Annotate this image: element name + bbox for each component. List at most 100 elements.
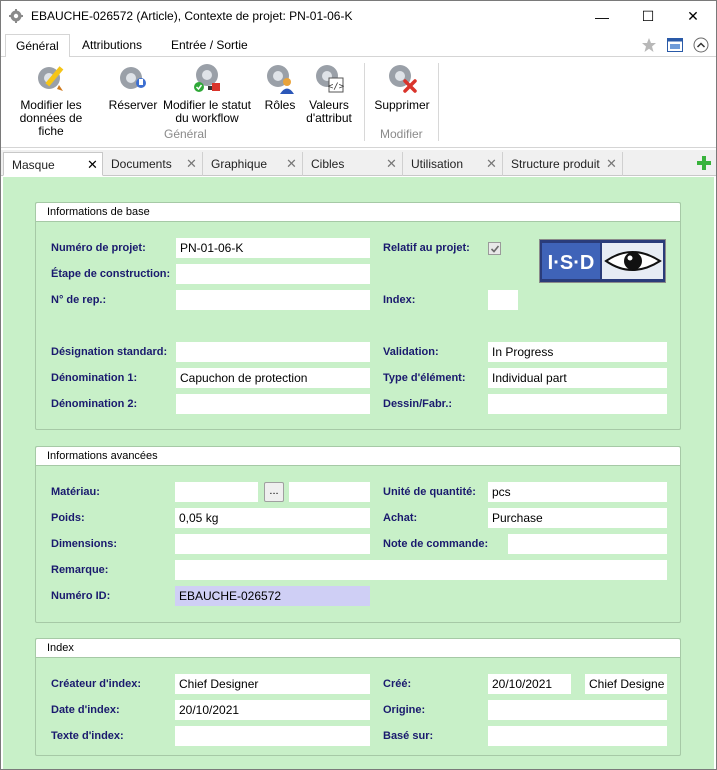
- qty-unit-field[interactable]: pcs: [488, 482, 667, 502]
- roles-button[interactable]: Rôles: [259, 61, 301, 112]
- gear-code-icon: </>: [316, 65, 345, 93]
- edit-sheet-data-label: Modifier les données de fiche: [19, 98, 83, 138]
- tab-cibles[interactable]: Cibles ✕: [303, 152, 403, 176]
- std-designation-field[interactable]: [176, 342, 370, 362]
- gear-delete-icon: [389, 65, 417, 93]
- remark-field[interactable]: [175, 560, 667, 580]
- name2-field[interactable]: [176, 394, 370, 414]
- based-on-label: Basé sur:: [383, 730, 434, 742]
- maximize-button[interactable]: ☐: [625, 1, 671, 32]
- delete-label: Supprimer: [374, 98, 430, 112]
- window-title: EBAUCHE-026572 (Article), Contexte de pr…: [31, 9, 353, 23]
- section-advanced-info-title: Informations avancées: [36, 447, 680, 466]
- validation-label: Validation:: [383, 346, 439, 358]
- ribbon-tab-input-output[interactable]: Entrée / Sortie: [161, 34, 258, 58]
- created-by-field[interactable]: Chief Designe: [585, 674, 667, 694]
- tab-close-icon[interactable]: ✕: [486, 156, 497, 172]
- close-button[interactable]: ✕: [670, 1, 716, 32]
- qty-unit-label: Unité de quantité:: [383, 486, 476, 498]
- gear-lock-icon: [120, 67, 146, 89]
- drawing-label: Dessin/Fabr.:: [383, 398, 453, 410]
- rep-no-label: N° de rep.:: [51, 294, 107, 306]
- origin-label: Origine:: [383, 704, 426, 716]
- tab-close-icon[interactable]: ✕: [386, 156, 397, 172]
- tab-utilisation-label: Utilisation: [411, 157, 464, 171]
- ribbon-group-separator: [364, 63, 365, 141]
- ribbon-group-general-label: Général: [164, 127, 207, 141]
- origin-field[interactable]: [488, 700, 667, 720]
- add-tab-plus-icon[interactable]: [693, 153, 715, 173]
- tab-graphique[interactable]: Graphique ✕: [203, 152, 303, 176]
- order-note-field[interactable]: [508, 534, 667, 554]
- tab-utilisation[interactable]: Utilisation ✕: [403, 152, 503, 176]
- tab-masque-label: Masque: [12, 158, 55, 172]
- app-gear-icon: [9, 9, 23, 23]
- section-index-title: Index: [36, 639, 680, 658]
- index-field[interactable]: [488, 290, 518, 310]
- name2-label: Dénomination 2:: [51, 398, 138, 410]
- build-stage-field[interactable]: [176, 264, 370, 284]
- std-designation-label: Désignation standard:: [51, 346, 168, 358]
- section-base-info-title: Informations de base: [36, 203, 680, 222]
- workflow-status-icon: [194, 64, 220, 92]
- tab-close-icon[interactable]: ✕: [606, 156, 617, 172]
- material-secondary-field[interactable]: [289, 482, 370, 502]
- ribbon-tab-attributions[interactable]: Attributions: [72, 34, 152, 58]
- index-creator-label: Créateur d'index:: [51, 678, 142, 690]
- tab-masque[interactable]: Masque ✕: [3, 152, 103, 176]
- drawing-field[interactable]: [488, 394, 667, 414]
- delete-button[interactable]: Supprimer: [371, 61, 433, 112]
- created-label: Créé:: [383, 678, 412, 690]
- weight-label: Poids:: [51, 512, 85, 524]
- name1-field[interactable]: Capuchon de protection: [176, 368, 370, 388]
- gear-person-icon: [267, 65, 294, 94]
- dimensions-field[interactable]: [175, 534, 370, 554]
- index-date-label: Date d'index:: [51, 704, 120, 716]
- index-date-field[interactable]: 20/10/2021: [175, 700, 370, 720]
- window-layout-icon[interactable]: [666, 36, 684, 54]
- id-number-label: Numéro ID:: [51, 590, 111, 602]
- project-related-checkbox[interactable]: [488, 242, 501, 255]
- name1-label: Dénomination 1:: [51, 372, 138, 384]
- tab-documents[interactable]: Documents ✕: [103, 152, 203, 176]
- project-no-label: Numéro de projet:: [51, 242, 146, 254]
- title-bar: EBAUCHE-026572 (Article), Contexte de pr…: [1, 1, 716, 32]
- ribbon-tab-bar: Général Attributions Entrée / Sortie: [1, 32, 716, 58]
- build-stage-label: Étape de construction:: [51, 268, 171, 280]
- application-window: EBAUCHE-026572 (Article), Contexte de pr…: [0, 0, 717, 770]
- project-related-label: Relatif au projet:: [383, 242, 470, 254]
- collapse-ribbon-icon[interactable]: [692, 36, 710, 54]
- material-field[interactable]: [175, 482, 258, 502]
- purchase-field[interactable]: Purchase: [488, 508, 667, 528]
- material-browse-button[interactable]: ...: [264, 482, 284, 502]
- element-type-field[interactable]: Individual part: [488, 368, 667, 388]
- reserve-label: Réserver: [108, 98, 158, 112]
- minimize-button[interactable]: —: [579, 1, 625, 32]
- tab-structure-produit[interactable]: Structure produit ✕: [503, 152, 623, 176]
- index-text-field[interactable]: [175, 726, 370, 746]
- project-no-field[interactable]: PN-01-06-K: [176, 238, 370, 258]
- tab-structure-produit-label: Structure produit: [511, 157, 600, 171]
- index-creator-field[interactable]: Chief Designer: [175, 674, 370, 694]
- order-note-label: Note de commande:: [383, 538, 489, 550]
- tab-close-icon[interactable]: ✕: [286, 156, 297, 172]
- purchase-label: Achat:: [383, 512, 418, 524]
- edit-sheet-data-button[interactable]: Modifier les données de fiche: [11, 61, 91, 138]
- change-workflow-status-button[interactable]: Modifier le statut du workflow: [158, 61, 256, 125]
- ribbon-tab-general[interactable]: Général: [5, 34, 70, 58]
- based-on-field[interactable]: [488, 726, 667, 746]
- id-number-field[interactable]: EBAUCHE-026572: [175, 586, 370, 606]
- tab-close-icon[interactable]: ✕: [87, 157, 98, 173]
- rep-no-field[interactable]: [176, 290, 370, 310]
- validation-field[interactable]: In Progress: [488, 342, 667, 362]
- svg-text:</>: </>: [328, 82, 345, 92]
- element-type-label: Type d'élément:: [383, 372, 466, 384]
- change-workflow-status-label: Modifier le statut du workflow: [162, 98, 252, 125]
- reserve-button[interactable]: Réserver: [105, 61, 161, 112]
- created-date-field[interactable]: 20/10/2021: [488, 674, 571, 694]
- material-label: Matériau:: [51, 486, 100, 498]
- favorite-star-icon[interactable]: [640, 36, 658, 54]
- tab-close-icon[interactable]: ✕: [186, 156, 197, 172]
- weight-field[interactable]: 0,05 kg: [175, 508, 370, 528]
- attribute-values-button[interactable]: </> Valeurs d'attribut: [301, 61, 357, 125]
